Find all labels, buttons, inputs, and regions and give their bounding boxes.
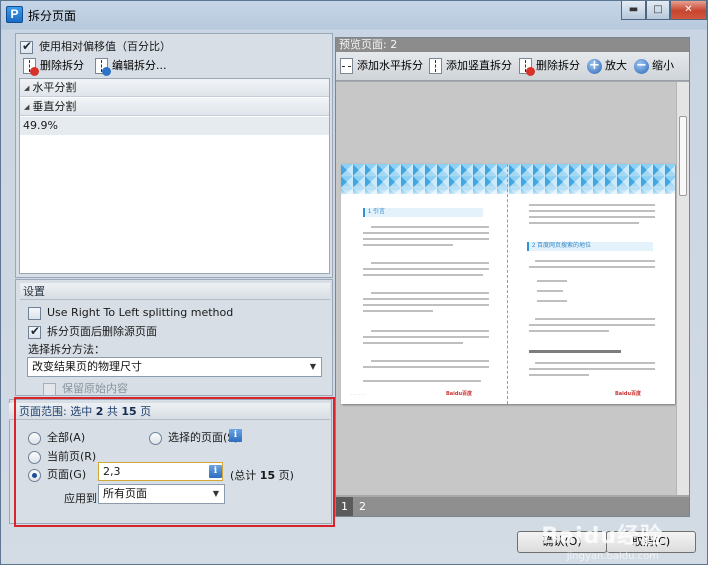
delete-source-label: 拆分页面后删除源页面 (47, 325, 157, 338)
rtl-split-checkbox[interactable]: Use Right To Left splitting method (28, 306, 233, 320)
window-title: 拆分页面 (28, 9, 77, 23)
delete-source-checkbox[interactable]: 拆分页面后删除源页面 (28, 323, 157, 339)
maximize-icon: □ (653, 4, 663, 15)
doc-heading-right: 2 百度网页搜索的地位 (527, 242, 653, 251)
keep-content-label: 保留原始内容 (62, 382, 128, 395)
scrollbar-thumb[interactable] (679, 116, 687, 196)
close-icon: ✕ (684, 4, 693, 15)
add-vertical-split-label: 添加竖直拆分 (446, 59, 512, 72)
preview-page-thumbnail: 1 引言 · · · · · · Baidu百度 2 百度网页搜索的地位 Bai… (341, 164, 675, 404)
highlight-box (14, 397, 335, 527)
delete-split-button[interactable]: 删除拆分 (23, 56, 84, 76)
page-tab-2[interactable]: 2 (354, 497, 371, 516)
split-method-value: 改变结果页的物理尺寸 (32, 360, 142, 373)
use-relative-offset-checkbox[interactable]: 使用相对偏移值（百分比） (20, 38, 171, 54)
zoom-out-button[interactable]: − 缩小 (634, 58, 674, 74)
minimize-button[interactable]: ▬ (621, 1, 646, 20)
maximize-button[interactable]: □ (646, 1, 670, 20)
watermark-logo: Baidu经验 (541, 524, 663, 549)
doc-footer-logo-left: Baidu百度 (446, 391, 473, 397)
minimize-icon: ▬ (628, 4, 639, 15)
split-method-label: 选择拆分方法： (28, 343, 105, 356)
zoom-in-label: 放大 (605, 59, 627, 72)
doc-subheading-right (529, 350, 621, 353)
chevron-down-icon: ▼ (309, 362, 316, 371)
vertical-split-line[interactable] (507, 164, 508, 404)
collapse-triangle-icon: ◢ (24, 103, 30, 111)
group-label: 水平分割 (32, 81, 77, 94)
preview-panel: 预览页面: 2 添加水平拆分 添加竖直拆分 删除拆分 + 放大 − 缩小 1 引… (335, 37, 690, 517)
add-horizontal-split-label: 添加水平拆分 (357, 59, 423, 72)
preview-delete-split-button[interactable]: 删除拆分 (519, 58, 580, 76)
split-item[interactable]: 49.9% (20, 117, 329, 135)
app-logo-icon: P (6, 6, 23, 23)
split-method-select[interactable]: 改变结果页的物理尺寸 ▼ (27, 357, 322, 377)
use-relative-offset-label: 使用相对偏移值（百分比） (39, 40, 171, 53)
preview-canvas[interactable]: 1 引言 · · · · · · Baidu百度 2 百度网页搜索的地位 Bai… (336, 82, 676, 495)
delete-split-icon (519, 58, 535, 76)
watermark-url: jingyan.baidu.com (566, 551, 659, 562)
checkbox-checked-icon (20, 39, 33, 54)
settings-header: 设置 (20, 283, 330, 300)
edit-split-label: 编辑拆分... (112, 59, 167, 72)
group-label: 垂直分割 (32, 100, 77, 113)
zoom-in-icon: + (587, 58, 602, 74)
split-list[interactable]: ◢ 水平分割 ◢ 垂直分割 49.9% (19, 78, 330, 274)
title-bar: P 拆分页面 ▬ □ ✕ (1, 1, 707, 29)
split-group-horizontal[interactable]: ◢ 水平分割 (20, 79, 329, 97)
preview-delete-split-label: 删除拆分 (536, 59, 580, 72)
close-button[interactable]: ✕ (670, 1, 707, 20)
checkbox-unchecked-icon (28, 306, 41, 320)
zoom-in-button[interactable]: + 放大 (587, 58, 627, 74)
zoom-out-icon: − (634, 58, 649, 74)
delete-split-icon (23, 58, 39, 76)
rtl-split-label: Use Right To Left splitting method (47, 306, 234, 319)
preview-toolbar: 添加水平拆分 添加竖直拆分 删除拆分 + 放大 − 缩小 (336, 52, 689, 81)
doc-footer-logo-right: Baidu百度 (615, 391, 642, 397)
doc-heading-left: 1 引言 (363, 208, 483, 217)
edit-split-button[interactable]: 编辑拆分... (95, 56, 167, 76)
zoom-out-label: 缩小 (652, 59, 674, 72)
preview-scrollbar[interactable] (676, 82, 689, 495)
add-horizontal-split-icon (340, 58, 353, 74)
keep-content-checkbox[interactable]: 保留原始内容 (43, 380, 128, 396)
split-pages-dialog: P 拆分页面 ▬ □ ✕ 使用相对偏移值（百分比） 删除拆分 编辑拆分... ◢… (0, 0, 708, 565)
checkbox-disabled-icon (43, 382, 56, 396)
delete-split-label: 删除拆分 (40, 59, 84, 72)
collapse-triangle-icon: ◢ (24, 84, 30, 92)
add-vertical-split-icon (429, 58, 442, 74)
add-horizontal-split-button[interactable]: 添加水平拆分 (340, 58, 423, 74)
page-tabs: 1 2 (336, 497, 689, 516)
add-vertical-split-button[interactable]: 添加竖直拆分 (429, 58, 512, 74)
page-tab-1[interactable]: 1 (336, 497, 353, 516)
split-group-vertical[interactable]: ◢ 垂直分割 (20, 98, 329, 116)
preview-title: 预览页面: 2 (336, 38, 689, 52)
edit-split-icon (95, 58, 111, 76)
checkbox-checked-icon (28, 324, 41, 339)
